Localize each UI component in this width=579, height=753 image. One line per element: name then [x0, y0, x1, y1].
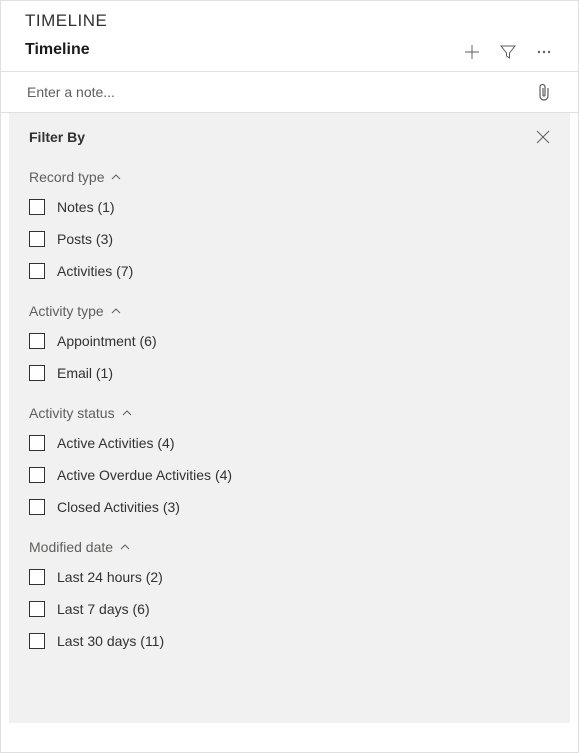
card-title: TIMELINE	[1, 1, 578, 37]
filter-option[interactable]: Email (1)	[29, 365, 550, 381]
checkbox[interactable]	[29, 569, 45, 585]
filter-group: Activity statusActive Activities (4)Acti…	[29, 405, 550, 515]
filter-header-row: Filter By	[29, 129, 550, 145]
chevron-up-icon	[119, 541, 131, 553]
filter-group: Modified date Last 24 hours (2) Last 7 day…	[29, 539, 550, 649]
filter-option[interactable]: Notes (1)	[29, 199, 550, 215]
option-label: Notes (1)	[57, 199, 115, 215]
checkbox[interactable]	[29, 365, 45, 381]
group-options: Last 24 hours (2) Last 7 days (6) Last 30 …	[29, 569, 550, 649]
group-label: Record type	[29, 169, 104, 185]
group-label: Activity status	[29, 405, 115, 421]
close-icon[interactable]	[536, 130, 550, 144]
note-input[interactable]	[25, 83, 534, 101]
checkbox[interactable]	[29, 499, 45, 515]
checkbox[interactable]	[29, 633, 45, 649]
chevron-up-icon	[110, 305, 122, 317]
filter-option[interactable]: Closed Activities (3)	[29, 499, 550, 515]
filter-option[interactable]: Active Activities (4)	[29, 435, 550, 451]
group-options: Notes (1) Posts (3) Activities (7)	[29, 199, 550, 279]
checkbox[interactable]	[29, 333, 45, 349]
checkbox[interactable]	[29, 467, 45, 483]
option-label: Last 7 days (6)	[57, 601, 150, 617]
filter-group: Activity type Appointment (6) Email (1)	[29, 303, 550, 381]
group-header[interactable]: Activity status	[29, 405, 550, 421]
subheader-title: Timeline	[25, 37, 90, 67]
checkbox[interactable]	[29, 199, 45, 215]
filter-title: Filter By	[29, 129, 85, 145]
filter-group: Record type Notes (1) Posts (3) Activities …	[29, 169, 550, 279]
filter-icon[interactable]	[498, 42, 518, 62]
group-label: Activity type	[29, 303, 104, 319]
group-header[interactable]: Activity type	[29, 303, 550, 319]
timeline-card: TIMELINE Timeline	[0, 0, 579, 753]
filter-option[interactable]: Activities (7)	[29, 263, 550, 279]
filter-option[interactable]: Appointment (6)	[29, 333, 550, 349]
option-label: Email (1)	[57, 365, 113, 381]
filter-panel: Filter By Record type Notes (1) Posts (3) A…	[9, 113, 570, 723]
filter-option[interactable]: Last 30 days (11)	[29, 633, 550, 649]
filter-option[interactable]: Last 7 days (6)	[29, 601, 550, 617]
action-icons	[462, 42, 554, 62]
filter-option[interactable]: Last 24 hours (2)	[29, 569, 550, 585]
subheader-row: Timeline	[1, 37, 578, 72]
option-label: Activities (7)	[57, 263, 133, 279]
note-row	[1, 72, 578, 113]
checkbox[interactable]	[29, 231, 45, 247]
option-label: Closed Activities (3)	[57, 499, 180, 515]
checkbox[interactable]	[29, 435, 45, 451]
option-label: Posts (3)	[57, 231, 113, 247]
option-label: Last 30 days (11)	[57, 633, 164, 649]
add-icon[interactable]	[462, 42, 482, 62]
group-options: Active Activities (4) Active Overdue Acti…	[29, 435, 550, 515]
group-options: Appointment (6) Email (1)	[29, 333, 550, 381]
chevron-up-icon	[121, 407, 133, 419]
group-label: Modified date	[29, 539, 113, 555]
option-label: Last 24 hours (2)	[57, 569, 163, 585]
option-label: Active Activities (4)	[57, 435, 174, 451]
more-icon[interactable]	[534, 42, 554, 62]
group-header[interactable]: Record type	[29, 169, 550, 185]
chevron-up-icon	[110, 171, 122, 183]
filter-option[interactable]: Active Overdue Activities (4)	[29, 467, 550, 483]
checkbox[interactable]	[29, 601, 45, 617]
filter-option[interactable]: Posts (3)	[29, 231, 550, 247]
group-header[interactable]: Modified date	[29, 539, 550, 555]
option-label: Appointment (6)	[57, 333, 157, 349]
attachment-icon[interactable]	[534, 82, 554, 102]
checkbox[interactable]	[29, 263, 45, 279]
option-label: Active Overdue Activities (4)	[57, 467, 232, 483]
